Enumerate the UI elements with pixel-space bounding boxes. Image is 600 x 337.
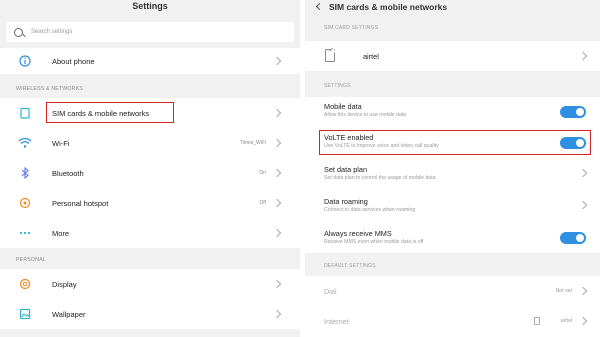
settings-pane: Settings Search settings About phone WIR… — [0, 0, 300, 337]
set-data-plan-title: Set data plan — [324, 165, 368, 174]
chevron-right-icon — [578, 168, 588, 178]
wallpaper-icon — [18, 307, 32, 321]
personal-section-header: PERSONAL — [16, 257, 46, 263]
chevron-right-icon — [578, 51, 588, 61]
about-phone-label: About phone — [52, 56, 95, 66]
internet-title: Internet — [324, 317, 349, 326]
wifi-label: Wi-Fi — [52, 138, 70, 148]
set-data-plan-subtitle: Set data plan to control the usage of mo… — [324, 175, 436, 181]
search-placeholder: Search settings — [31, 29, 73, 35]
bluetooth-value: On — [259, 170, 266, 176]
highlight-box — [319, 130, 591, 155]
mobile-data-row[interactable]: Mobile data Allow this device to use mob… — [305, 97, 600, 129]
search-icon — [14, 27, 23, 37]
toggle-knob — [576, 108, 584, 116]
bluetooth-label: Bluetooth — [52, 168, 84, 178]
mms-toggle[interactable] — [560, 232, 586, 244]
dial-value: Not set — [555, 288, 572, 294]
set-data-plan-row[interactable]: Set data plan Set data plan to control t… — [305, 157, 600, 189]
hotspot-icon — [18, 196, 32, 210]
sidebar-item-bluetooth[interactable]: Bluetooth On — [0, 158, 300, 188]
settings-section-header: SETTINGS — [324, 83, 351, 89]
back-arrow-icon[interactable] — [315, 2, 324, 11]
about-phone-item[interactable]: About phone — [0, 48, 300, 74]
info-icon — [18, 54, 32, 68]
sim-card-settings-header: SIM CARD SETTINGS — [324, 25, 379, 31]
chevron-right-icon — [272, 228, 282, 238]
chevron-right-icon — [578, 286, 588, 296]
sim-name: airtel — [363, 52, 379, 61]
settings-title: Settings — [132, 1, 168, 11]
mms-subtitle: Receive MMS even when mobile data is off — [324, 239, 424, 245]
sidebar-item-wifi[interactable]: Wi-Fi Times_WiFi — [0, 128, 300, 158]
highlight-box — [46, 102, 174, 123]
sim-icon — [18, 106, 32, 120]
sim-icon — [325, 49, 335, 62]
sidebar-item-more[interactable]: More — [0, 218, 300, 248]
dial-row[interactable]: Dial Not set — [305, 276, 600, 306]
toggle-knob — [576, 234, 584, 242]
sim-header-bar: SIM cards & mobile networks — [305, 0, 600, 14]
wifi-value: Times_WiFi — [239, 140, 266, 146]
default-settings-header: DEFAULT SETTINGS — [324, 263, 376, 269]
wallpaper-label: Wallpaper — [52, 309, 86, 319]
page-title: SIM cards & mobile networks — [329, 2, 448, 12]
display-label: Display — [52, 279, 77, 289]
chevron-right-icon — [272, 198, 282, 208]
chevron-right-icon — [272, 168, 282, 178]
mobile-data-toggle[interactable] — [560, 106, 586, 118]
chevron-right-icon — [272, 138, 282, 148]
more-label: More — [52, 228, 70, 238]
chevron-right-icon — [578, 316, 588, 326]
mobile-data-subtitle: Allow this device to use mobile data — [324, 112, 407, 118]
sim-icon — [534, 317, 540, 325]
chevron-right-icon — [272, 279, 282, 289]
mobile-data-title: Mobile data — [324, 102, 362, 111]
hotspot-label: Personal hotspot — [52, 198, 109, 208]
data-roaming-row[interactable]: Data roaming Connect to data services wh… — [305, 189, 600, 221]
wifi-icon — [18, 136, 32, 150]
data-roaming-title: Data roaming — [324, 197, 368, 206]
sidebar-item-hotspot[interactable]: Personal hotspot Off — [0, 188, 300, 218]
bluetooth-icon — [18, 166, 32, 180]
sim-networks-pane: SIM cards & mobile networks SIM CARD SET… — [305, 0, 600, 337]
sidebar-item-wallpaper[interactable]: Wallpaper — [0, 299, 300, 329]
dial-title: Dial — [324, 287, 337, 296]
chevron-right-icon — [272, 108, 282, 118]
display-icon — [18, 277, 32, 291]
data-roaming-subtitle: Connect to data services when roaming — [324, 207, 416, 213]
hotspot-value: Off — [259, 200, 266, 206]
sim-card-row[interactable]: airtel — [305, 41, 600, 71]
search-bar[interactable]: Search settings — [6, 22, 294, 42]
more-icon — [18, 226, 32, 240]
mms-title: Always receive MMS — [324, 229, 392, 238]
chevron-right-icon — [272, 309, 282, 319]
chevron-right-icon — [578, 200, 588, 210]
internet-row[interactable]: Internet airtel — [305, 306, 600, 337]
chevron-right-icon — [272, 56, 282, 66]
internet-value: airtel — [560, 318, 572, 324]
wireless-section-header: WIRELESS & NETWORKS — [16, 86, 83, 92]
sidebar-item-display[interactable]: Display — [0, 269, 300, 299]
always-receive-mms-row[interactable]: Always receive MMS Receive MMS even when… — [305, 221, 600, 253]
